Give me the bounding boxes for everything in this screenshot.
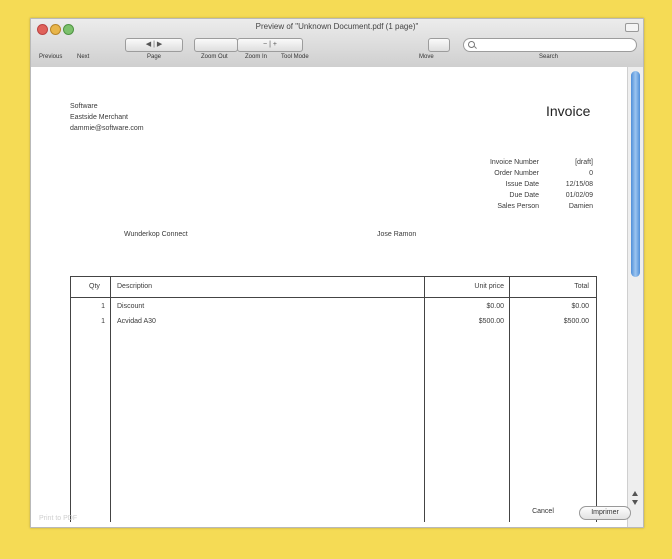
document-page: Software Eastside Merchant dammie@softwa… bbox=[31, 67, 627, 527]
row-unit-price: $0.00 bbox=[486, 303, 504, 310]
preview-window: Preview of "Unknown Document.pdf (1 page… bbox=[30, 18, 644, 528]
meta-value: Damien bbox=[568, 203, 593, 210]
row-total: $0.00 bbox=[571, 303, 589, 310]
cancel-button[interactable]: Cancel bbox=[521, 506, 565, 518]
search-input[interactable] bbox=[463, 38, 637, 52]
toolbar-label-page: Page bbox=[147, 54, 162, 60]
row-unit-price: $500.00 bbox=[478, 318, 504, 325]
toolbar-toggle-button[interactable] bbox=[625, 23, 639, 32]
row-total: $500.00 bbox=[563, 318, 589, 325]
footer-text: Print to PDF bbox=[39, 515, 78, 522]
row-qty: 1 bbox=[101, 303, 105, 310]
row-description: Discount bbox=[117, 303, 145, 310]
meta-label: Order Number bbox=[494, 170, 539, 177]
toolbar-label-zoom-out: Zoom Out bbox=[201, 54, 228, 60]
items-table: Qty Description Unit price Total 1 Disco… bbox=[70, 276, 597, 522]
title-bar: Preview of "Unknown Document.pdf (1 page… bbox=[31, 19, 643, 68]
bill-to: Wunderkop Connect bbox=[124, 231, 188, 238]
toolbar-label-search: Search bbox=[539, 54, 559, 60]
meta-value: 0 bbox=[589, 170, 593, 177]
meta-value: [draft] bbox=[575, 159, 593, 166]
window-title: Preview of "Unknown Document.pdf (1 page… bbox=[255, 22, 419, 31]
meta-label: Sales Person bbox=[497, 203, 539, 210]
scroll-up-icon[interactable] bbox=[632, 491, 638, 496]
move-tool-button[interactable] bbox=[428, 38, 450, 52]
print-button[interactable]: Imprimer bbox=[579, 506, 631, 520]
scroll-thumb[interactable] bbox=[631, 71, 640, 277]
zoom-buttons[interactable]: − | + bbox=[237, 38, 303, 52]
seller-name: Software bbox=[70, 103, 98, 110]
invoice-title: Invoice bbox=[546, 103, 591, 119]
yellow-frame: Preview of "Unknown Document.pdf (1 page… bbox=[0, 0, 672, 559]
column-divider bbox=[110, 277, 111, 522]
search-icon bbox=[468, 41, 475, 48]
column-header-description: Description bbox=[117, 283, 153, 290]
vertical-scrollbar[interactable] bbox=[627, 67, 643, 527]
column-divider bbox=[509, 277, 510, 522]
contact-name: Jose Ramon bbox=[377, 231, 417, 238]
nav-buttons[interactable]: ◀ | ▶ bbox=[125, 38, 183, 52]
toolbar-label-previous: Previous bbox=[39, 54, 63, 60]
seller-email: dammie@software.com bbox=[70, 125, 144, 132]
toolbar-label-move: Move bbox=[419, 54, 434, 60]
meta-label: Due Date bbox=[509, 192, 539, 199]
row-qty: 1 bbox=[101, 318, 105, 325]
meta-label: Issue Date bbox=[505, 181, 539, 188]
seller-company: Eastside Merchant bbox=[70, 114, 128, 121]
table-header: Qty Description Unit price Total bbox=[71, 277, 596, 298]
meta-value: 01/02/09 bbox=[565, 192, 593, 199]
row-description: Acvidad A30 bbox=[117, 318, 156, 325]
column-divider bbox=[424, 277, 425, 522]
toolbar-label-zoom-in: Zoom In bbox=[245, 54, 268, 60]
scroll-down-icon[interactable] bbox=[632, 500, 638, 505]
column-header-total: Total bbox=[574, 283, 589, 290]
toolbar-label-tool-mode: Tool Mode bbox=[281, 54, 309, 60]
page-field[interactable] bbox=[194, 38, 238, 52]
column-header-unit-price: Unit price bbox=[474, 283, 504, 290]
toolbar-label-next: Next bbox=[77, 54, 90, 60]
meta-value: 12/15/08 bbox=[565, 181, 593, 188]
column-header-qty: Qty bbox=[89, 283, 100, 290]
meta-label: Invoice Number bbox=[489, 159, 539, 166]
